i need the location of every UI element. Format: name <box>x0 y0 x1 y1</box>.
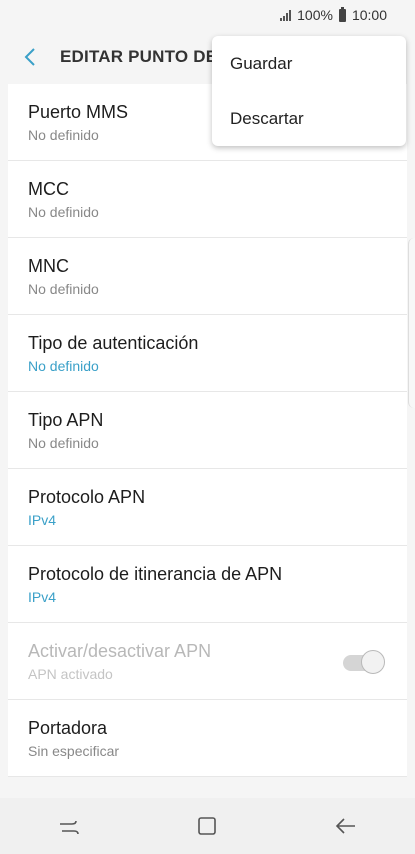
row-value: No definido <box>28 434 99 451</box>
row-value: No definido <box>28 357 99 374</box>
row-mcc[interactable]: MCC No definido <box>8 161 407 238</box>
signal-icon <box>280 9 292 21</box>
row-title: Protocolo de itinerancia de APN <box>28 563 283 584</box>
menu-item-descartar[interactable]: Descartar <box>212 91 406 146</box>
row-portadora[interactable]: Portadora Sin especificar <box>8 700 407 777</box>
row-mnc[interactable]: MNC No definido <box>8 238 407 315</box>
row-title: Portadora <box>28 717 108 738</box>
settings-list: Puerto MMS No definido MCC No definido M… <box>8 84 407 777</box>
row-title: Protocolo APN <box>28 486 146 507</box>
row-value: No definido <box>28 203 99 220</box>
row-protocolo-apn[interactable]: Protocolo APN IPv4 <box>8 469 407 546</box>
clock: 10:00 <box>351 7 387 23</box>
menu-item-guardar[interactable]: Guardar <box>212 36 406 91</box>
back-button[interactable] <box>0 30 52 84</box>
row-value: No definido <box>28 280 99 297</box>
recent-apps-button[interactable] <box>49 806 89 846</box>
options-menu: Guardar Descartar <box>212 36 406 146</box>
row-title: Activar/desactivar APN <box>28 640 212 661</box>
row-activar-apn: Activar/desactivar APN APN activado <box>8 623 407 700</box>
navigation-bar <box>0 798 415 854</box>
toggle-knob <box>361 650 385 674</box>
apn-toggle <box>343 650 385 674</box>
page-title: EDITAR PUNTO DE <box>60 47 218 66</box>
row-value: IPv4 <box>28 511 57 528</box>
row-value: APN activado <box>28 665 113 682</box>
row-title: Tipo de autenticación <box>28 332 199 353</box>
status-bar: 100% 10:00 <box>0 0 415 30</box>
home-button[interactable] <box>187 806 227 846</box>
row-protocolo-itinerancia[interactable]: Protocolo de itinerancia de APN IPv4 <box>8 546 407 623</box>
back-arrow-icon <box>24 48 35 66</box>
battery-icon <box>338 6 346 22</box>
row-tipo-apn[interactable]: Tipo APN No definido <box>8 392 407 469</box>
row-title: Tipo APN <box>28 409 104 430</box>
row-title: MNC <box>28 255 69 276</box>
edge-panel-handle[interactable] <box>408 238 415 408</box>
battery-percent: 100% <box>297 7 333 23</box>
nav-back-icon <box>335 818 355 834</box>
home-icon <box>198 817 217 835</box>
row-title: MCC <box>28 178 69 199</box>
row-value: IPv4 <box>28 588 57 605</box>
row-value: Sin especificar <box>28 742 120 759</box>
nav-back-button[interactable] <box>326 806 366 846</box>
row-tipo-autenticacion[interactable]: Tipo de autenticación No definido <box>8 315 407 392</box>
recent-apps-icon <box>60 820 79 835</box>
